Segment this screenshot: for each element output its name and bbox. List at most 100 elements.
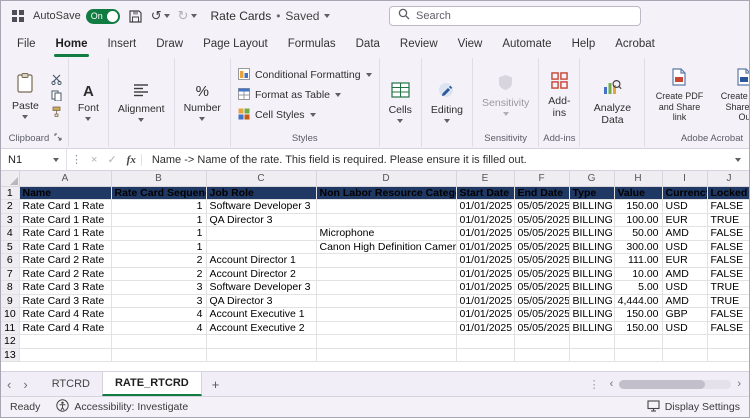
cell[interactable]: QA Director 3 xyxy=(206,294,316,308)
cell[interactable]: EUR xyxy=(662,254,707,268)
row-header[interactable]: 5 xyxy=(1,240,19,254)
cell[interactable] xyxy=(316,294,456,308)
cell[interactable]: 05/05/2025 xyxy=(514,227,569,241)
cell[interactable] xyxy=(707,335,749,349)
tab-help[interactable]: Help xyxy=(562,31,606,57)
tab-review[interactable]: Review xyxy=(390,31,448,57)
cell[interactable]: 01/01/2025 xyxy=(456,308,514,322)
cell[interactable]: USD xyxy=(662,281,707,295)
cell[interactable]: 3 xyxy=(111,294,206,308)
cell[interactable]: 4 xyxy=(111,321,206,335)
cell[interactable]: Canon High Definition Camera xyxy=(316,240,456,254)
cell[interactable] xyxy=(206,240,316,254)
cell[interactable]: FALSE xyxy=(707,200,749,214)
tab-draw[interactable]: Draw xyxy=(146,31,193,57)
cut-button[interactable] xyxy=(51,74,62,85)
column-header-C[interactable]: C xyxy=(206,171,316,186)
cell[interactable]: FALSE xyxy=(707,308,749,322)
cell[interactable]: 05/05/2025 xyxy=(514,254,569,268)
cell[interactable]: 150.00 xyxy=(614,200,662,214)
cell[interactable]: 05/05/2025 xyxy=(514,267,569,281)
font-button[interactable]: A Font xyxy=(72,59,105,146)
cell[interactable]: Rate Card 4 Rate xyxy=(19,321,111,335)
cell[interactable]: BILLING xyxy=(569,281,614,295)
tab-formulas[interactable]: Formulas xyxy=(278,31,346,57)
row-header[interactable]: 12 xyxy=(1,335,19,349)
cell[interactable] xyxy=(569,335,614,349)
cell[interactable]: 05/05/2025 xyxy=(514,200,569,214)
cell[interactable]: Rate Card 2 Rate xyxy=(19,254,111,268)
row-header[interactable]: 2 xyxy=(1,200,19,214)
cell[interactable]: Start Date xyxy=(456,186,514,200)
column-header-A[interactable]: A xyxy=(19,171,111,186)
cell[interactable]: Name xyxy=(19,186,111,200)
number-button[interactable]: % Number xyxy=(178,59,227,146)
analyze-data-button[interactable]: Analyze Data xyxy=(583,59,641,146)
row-header[interactable]: 1 xyxy=(1,186,19,200)
cell[interactable] xyxy=(316,348,456,362)
tab-page-layout[interactable]: Page Layout xyxy=(193,31,278,57)
autosave-control[interactable]: AutoSave On xyxy=(33,9,120,24)
cell[interactable]: TRUE xyxy=(707,213,749,227)
create-pdf-share-link-button[interactable]: Create PDF and Share link xyxy=(648,65,710,125)
row-header[interactable]: 6 xyxy=(1,254,19,268)
cell[interactable]: Account Director 1 xyxy=(206,254,316,268)
row-header[interactable]: 8 xyxy=(1,281,19,295)
column-header-G[interactable]: G xyxy=(569,171,614,186)
cell[interactable]: BILLING xyxy=(569,321,614,335)
cell[interactable]: Account Executive 2 xyxy=(206,321,316,335)
cell[interactable]: Value xyxy=(614,186,662,200)
cell[interactable] xyxy=(19,335,111,349)
cell[interactable]: 100.00 xyxy=(614,213,662,227)
enter-icon[interactable]: ✓ xyxy=(102,153,121,166)
cell[interactable]: GBP xyxy=(662,308,707,322)
dialog-launcher-icon[interactable] xyxy=(54,133,62,144)
cell[interactable]: EUR xyxy=(662,213,707,227)
row-header[interactable]: 7 xyxy=(1,267,19,281)
cell[interactable] xyxy=(316,254,456,268)
cell[interactable]: QA Director 3 xyxy=(206,213,316,227)
cell[interactable]: End Date xyxy=(514,186,569,200)
add-sheet-button[interactable]: + xyxy=(202,372,230,396)
cell[interactable]: 1 xyxy=(111,213,206,227)
app-grid-icon[interactable] xyxy=(11,9,25,23)
cell[interactable] xyxy=(456,335,514,349)
cell[interactable]: Software Developer 3 xyxy=(206,200,316,214)
cell[interactable]: TRUE xyxy=(707,281,749,295)
cell[interactable]: 01/01/2025 xyxy=(456,227,514,241)
paste-button[interactable]: Paste xyxy=(6,69,45,122)
cell[interactable]: Rate Card 2 Rate xyxy=(19,267,111,281)
redo-button[interactable]: ↻ xyxy=(178,9,197,24)
tab-home[interactable]: Home xyxy=(46,31,98,57)
formula-content[interactable]: Name -> Name of the rate. This field is … xyxy=(141,154,735,166)
column-header-H[interactable]: H xyxy=(614,171,662,186)
cell[interactable]: 3 xyxy=(111,281,206,295)
cell[interactable]: 05/05/2025 xyxy=(514,240,569,254)
cell[interactable] xyxy=(316,267,456,281)
cell[interactable] xyxy=(316,281,456,295)
cell[interactable] xyxy=(614,348,662,362)
cell[interactable]: Rate Card 3 Rate xyxy=(19,281,111,295)
cell[interactable]: Rate Card 4 Rate xyxy=(19,308,111,322)
column-header-B[interactable]: B xyxy=(111,171,206,186)
scroll-left-icon[interactable]: ‹ xyxy=(607,378,617,390)
cell[interactable]: 1 xyxy=(111,240,206,254)
tab-insert[interactable]: Insert xyxy=(97,31,146,57)
cell[interactable]: BILLING xyxy=(569,267,614,281)
column-header-D[interactable]: D xyxy=(316,171,456,186)
cell[interactable] xyxy=(316,335,456,349)
cell[interactable]: BILLING xyxy=(569,308,614,322)
accessibility-status[interactable]: Accessibility: Investigate xyxy=(56,399,188,415)
row-header[interactable]: 3 xyxy=(1,213,19,227)
sheet-tab-rtcrd[interactable]: RTCRD xyxy=(40,372,102,396)
cell[interactable]: BILLING xyxy=(569,200,614,214)
cell[interactable] xyxy=(206,227,316,241)
column-header-J[interactable]: J xyxy=(707,171,749,186)
cell[interactable]: 4 xyxy=(111,308,206,322)
tab-view[interactable]: View xyxy=(448,31,493,57)
tab-data[interactable]: Data xyxy=(346,31,390,57)
cell[interactable]: 2 xyxy=(111,267,206,281)
row-header[interactable]: 11 xyxy=(1,321,19,335)
tab-automate[interactable]: Automate xyxy=(492,31,561,57)
tab-file[interactable]: File xyxy=(7,31,46,57)
